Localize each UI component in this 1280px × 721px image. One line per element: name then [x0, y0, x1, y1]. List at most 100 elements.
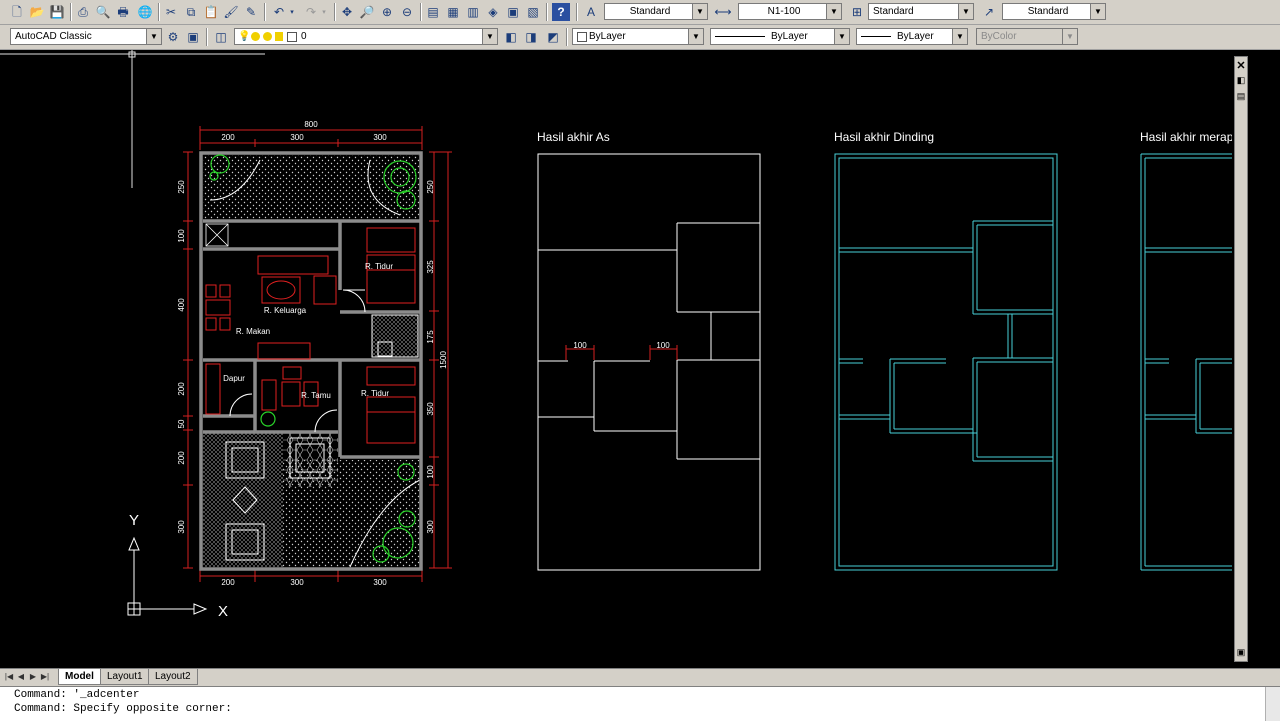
layer-state-icon[interactable]: ◩ — [544, 28, 562, 46]
zoom-realtime-icon[interactable]: 🔎 — [358, 3, 376, 21]
bathroom-tiles — [371, 314, 419, 358]
palette-menu-icon[interactable]: ▤ — [1235, 91, 1247, 102]
help-icon[interactable]: ? — [552, 3, 570, 21]
last-tab-icon[interactable]: ▶| — [40, 670, 50, 683]
floor-plan-cleaned-walls[interactable]: Hasil akhir merapikan dinding — [1140, 130, 1280, 571]
table-style-select[interactable]: Standard ▼ — [868, 3, 974, 20]
dim-style-icon[interactable]: ⟷ — [714, 3, 732, 21]
text-style-icon[interactable]: A — [582, 3, 600, 21]
lineweight-select[interactable]: ByLayer ▼ — [856, 28, 968, 45]
table-style-icon[interactable]: ⊞ — [848, 3, 866, 21]
room-label-tamu: R. Tamu — [301, 391, 331, 400]
workspace-settings-icon[interactable]: ⚙ — [164, 28, 182, 46]
linetype-select[interactable]: ByLayer ▼ — [710, 28, 850, 45]
dim-left-2: 100 — [177, 229, 186, 243]
quickcalc-icon[interactable]: ▧ — [524, 3, 542, 21]
auto-hide-icon[interactable]: ◧ — [1235, 75, 1247, 86]
command-scrollbar[interactable] — [1265, 687, 1280, 721]
palette-resize-icon[interactable]: ▣ — [1235, 647, 1247, 658]
match-properties-icon[interactable]: 🖌 — [222, 3, 240, 21]
properties-tab-label[interactable]: Properties — [1252, 588, 1263, 648]
redo-dropdown-icon[interactable]: ▾ — [320, 3, 328, 21]
layer-previous-icon[interactable]: ◨ — [522, 28, 540, 46]
command-history-line: Command: '_adcenter — [14, 689, 140, 701]
mleader-style-select[interactable]: Standard ▼ — [1002, 3, 1106, 20]
design-center-icon[interactable]: ▦ — [444, 3, 462, 21]
sun-icon[interactable] — [251, 32, 260, 41]
pan-icon[interactable]: ✥ — [338, 3, 356, 21]
chevron-down-icon[interactable]: ▼ — [834, 29, 849, 44]
properties-icon[interactable]: ▤ — [424, 3, 442, 21]
chevron-down-icon[interactable]: ▼ — [1090, 4, 1105, 19]
toolbar-separator — [566, 28, 567, 46]
drawing-svg[interactable]: 800 200 300 300 200 300 300 250 100 400 … — [0, 50, 1280, 668]
layers-toolbar: AutoCAD Classic ▼ ⚙ ▣ ◫ 💡 0 ▼ ◧ ◨ ◩ ByLay… — [0, 25, 1280, 50]
chevron-down-icon[interactable]: ▼ — [692, 4, 707, 19]
floor-plan-detailed[interactable]: 800 200 300 300 200 300 300 250 100 400 … — [177, 120, 452, 587]
chevron-down-icon[interactable]: ▼ — [482, 29, 497, 44]
color-select[interactable]: ByLayer ▼ — [572, 28, 704, 45]
model-space-canvas[interactable]: 800 200 300 300 200 300 300 250 100 400 … — [0, 50, 1280, 668]
room-label-tidur-1: R. Tidur — [365, 262, 393, 271]
chevron-down-icon[interactable]: ▼ — [688, 29, 703, 44]
tab-model[interactable]: Model — [58, 669, 101, 685]
publish-web-icon[interactable]: 🌐 — [136, 3, 154, 21]
make-current-layer-icon[interactable]: ◧ — [502, 28, 520, 46]
markup-icon[interactable]: ▣ — [504, 3, 522, 21]
sheet-set-icon[interactable]: ◈ — [484, 3, 502, 21]
layer-color-swatch[interactable] — [287, 32, 297, 42]
layer-manager-icon[interactable]: ◫ — [212, 28, 230, 46]
room-label-tidur-2: R. Tidur — [361, 389, 389, 398]
zoom-previous-icon[interactable]: ⊖ — [398, 3, 416, 21]
cut-icon[interactable]: ✂ — [162, 3, 180, 21]
lock-icon[interactable] — [275, 32, 283, 41]
ucs-y-label: Y — [129, 512, 139, 529]
toolbar-separator — [264, 3, 265, 21]
dim-left-5: 50 — [177, 419, 186, 428]
toolbar-separator — [420, 3, 421, 21]
next-tab-icon[interactable]: ▶ — [28, 670, 38, 683]
close-icon[interactable]: ✕ — [1235, 59, 1247, 72]
chevron-down-icon[interactable]: ▼ — [952, 29, 967, 44]
room-label-dapur: Dapur — [223, 374, 245, 383]
undo-dropdown-icon[interactable]: ▾ — [288, 3, 296, 21]
open-file-icon[interactable]: 📂 — [28, 3, 46, 21]
paste-icon[interactable]: 📋 — [202, 3, 220, 21]
layer-select[interactable]: 💡 0 ▼ — [234, 28, 498, 45]
chevron-down-icon[interactable]: ▼ — [146, 29, 161, 44]
first-tab-icon[interactable]: |◀ — [4, 670, 14, 683]
dim-bottom-1: 200 — [221, 578, 235, 587]
block-editor-icon[interactable]: ✎ — [242, 3, 260, 21]
dim-right-2: 325 — [426, 260, 435, 274]
command-line-window[interactable]: Command: '_adcenter Command: Specify opp… — [0, 686, 1280, 721]
zoom-window-icon[interactable]: ⊕ — [378, 3, 396, 21]
redo-icon[interactable]: ↷ — [302, 3, 320, 21]
dim-right-3: 175 — [426, 330, 435, 344]
floor-plan-walls[interactable]: Hasil akhir Dinding — [834, 130, 1058, 571]
chevron-down-icon[interactable]: ▼ — [958, 4, 973, 19]
tab-layout1[interactable]: Layout1 — [100, 669, 150, 685]
print-preview-icon[interactable]: 🔍 — [94, 3, 112, 21]
publish-icon[interactable]: 🖶 — [114, 3, 132, 21]
sun-icon[interactable] — [263, 32, 272, 41]
properties-palette-titlebar[interactable]: ✕ ◧ ▤ ▣ — [1234, 56, 1248, 662]
lightbulb-icon[interactable]: 💡 — [238, 29, 250, 44]
dim-style-select[interactable]: N1-100 ▼ — [738, 3, 842, 20]
chevron-down-icon[interactable]: ▼ — [826, 4, 841, 19]
mleader-style-icon[interactable]: ↗ — [980, 3, 998, 21]
toolbar-separator — [206, 28, 207, 46]
tool-palettes-icon[interactable]: ▥ — [464, 3, 482, 21]
copy-icon[interactable]: ⧉ — [182, 3, 200, 21]
tab-layout2[interactable]: Layout2 — [148, 669, 198, 685]
floor-plan-axis[interactable]: Hasil akhir As 100 100 — [537, 130, 761, 571]
dim-left-6: 200 — [177, 451, 186, 465]
prev-tab-icon[interactable]: ◀ — [16, 670, 26, 683]
workspace-select[interactable]: AutoCAD Classic ▼ — [10, 28, 162, 45]
save-icon[interactable]: 💾 — [48, 3, 66, 21]
text-style-select[interactable]: Standard ▼ — [604, 3, 708, 20]
undo-icon[interactable]: ↶ — [270, 3, 288, 21]
plotstyle-select: ByColor ▼ — [976, 28, 1078, 45]
print-icon[interactable]: ⎙ — [74, 3, 92, 21]
save-workspace-icon[interactable]: ▣ — [184, 28, 202, 46]
new-file-icon[interactable]: 🗋 — [8, 3, 26, 21]
